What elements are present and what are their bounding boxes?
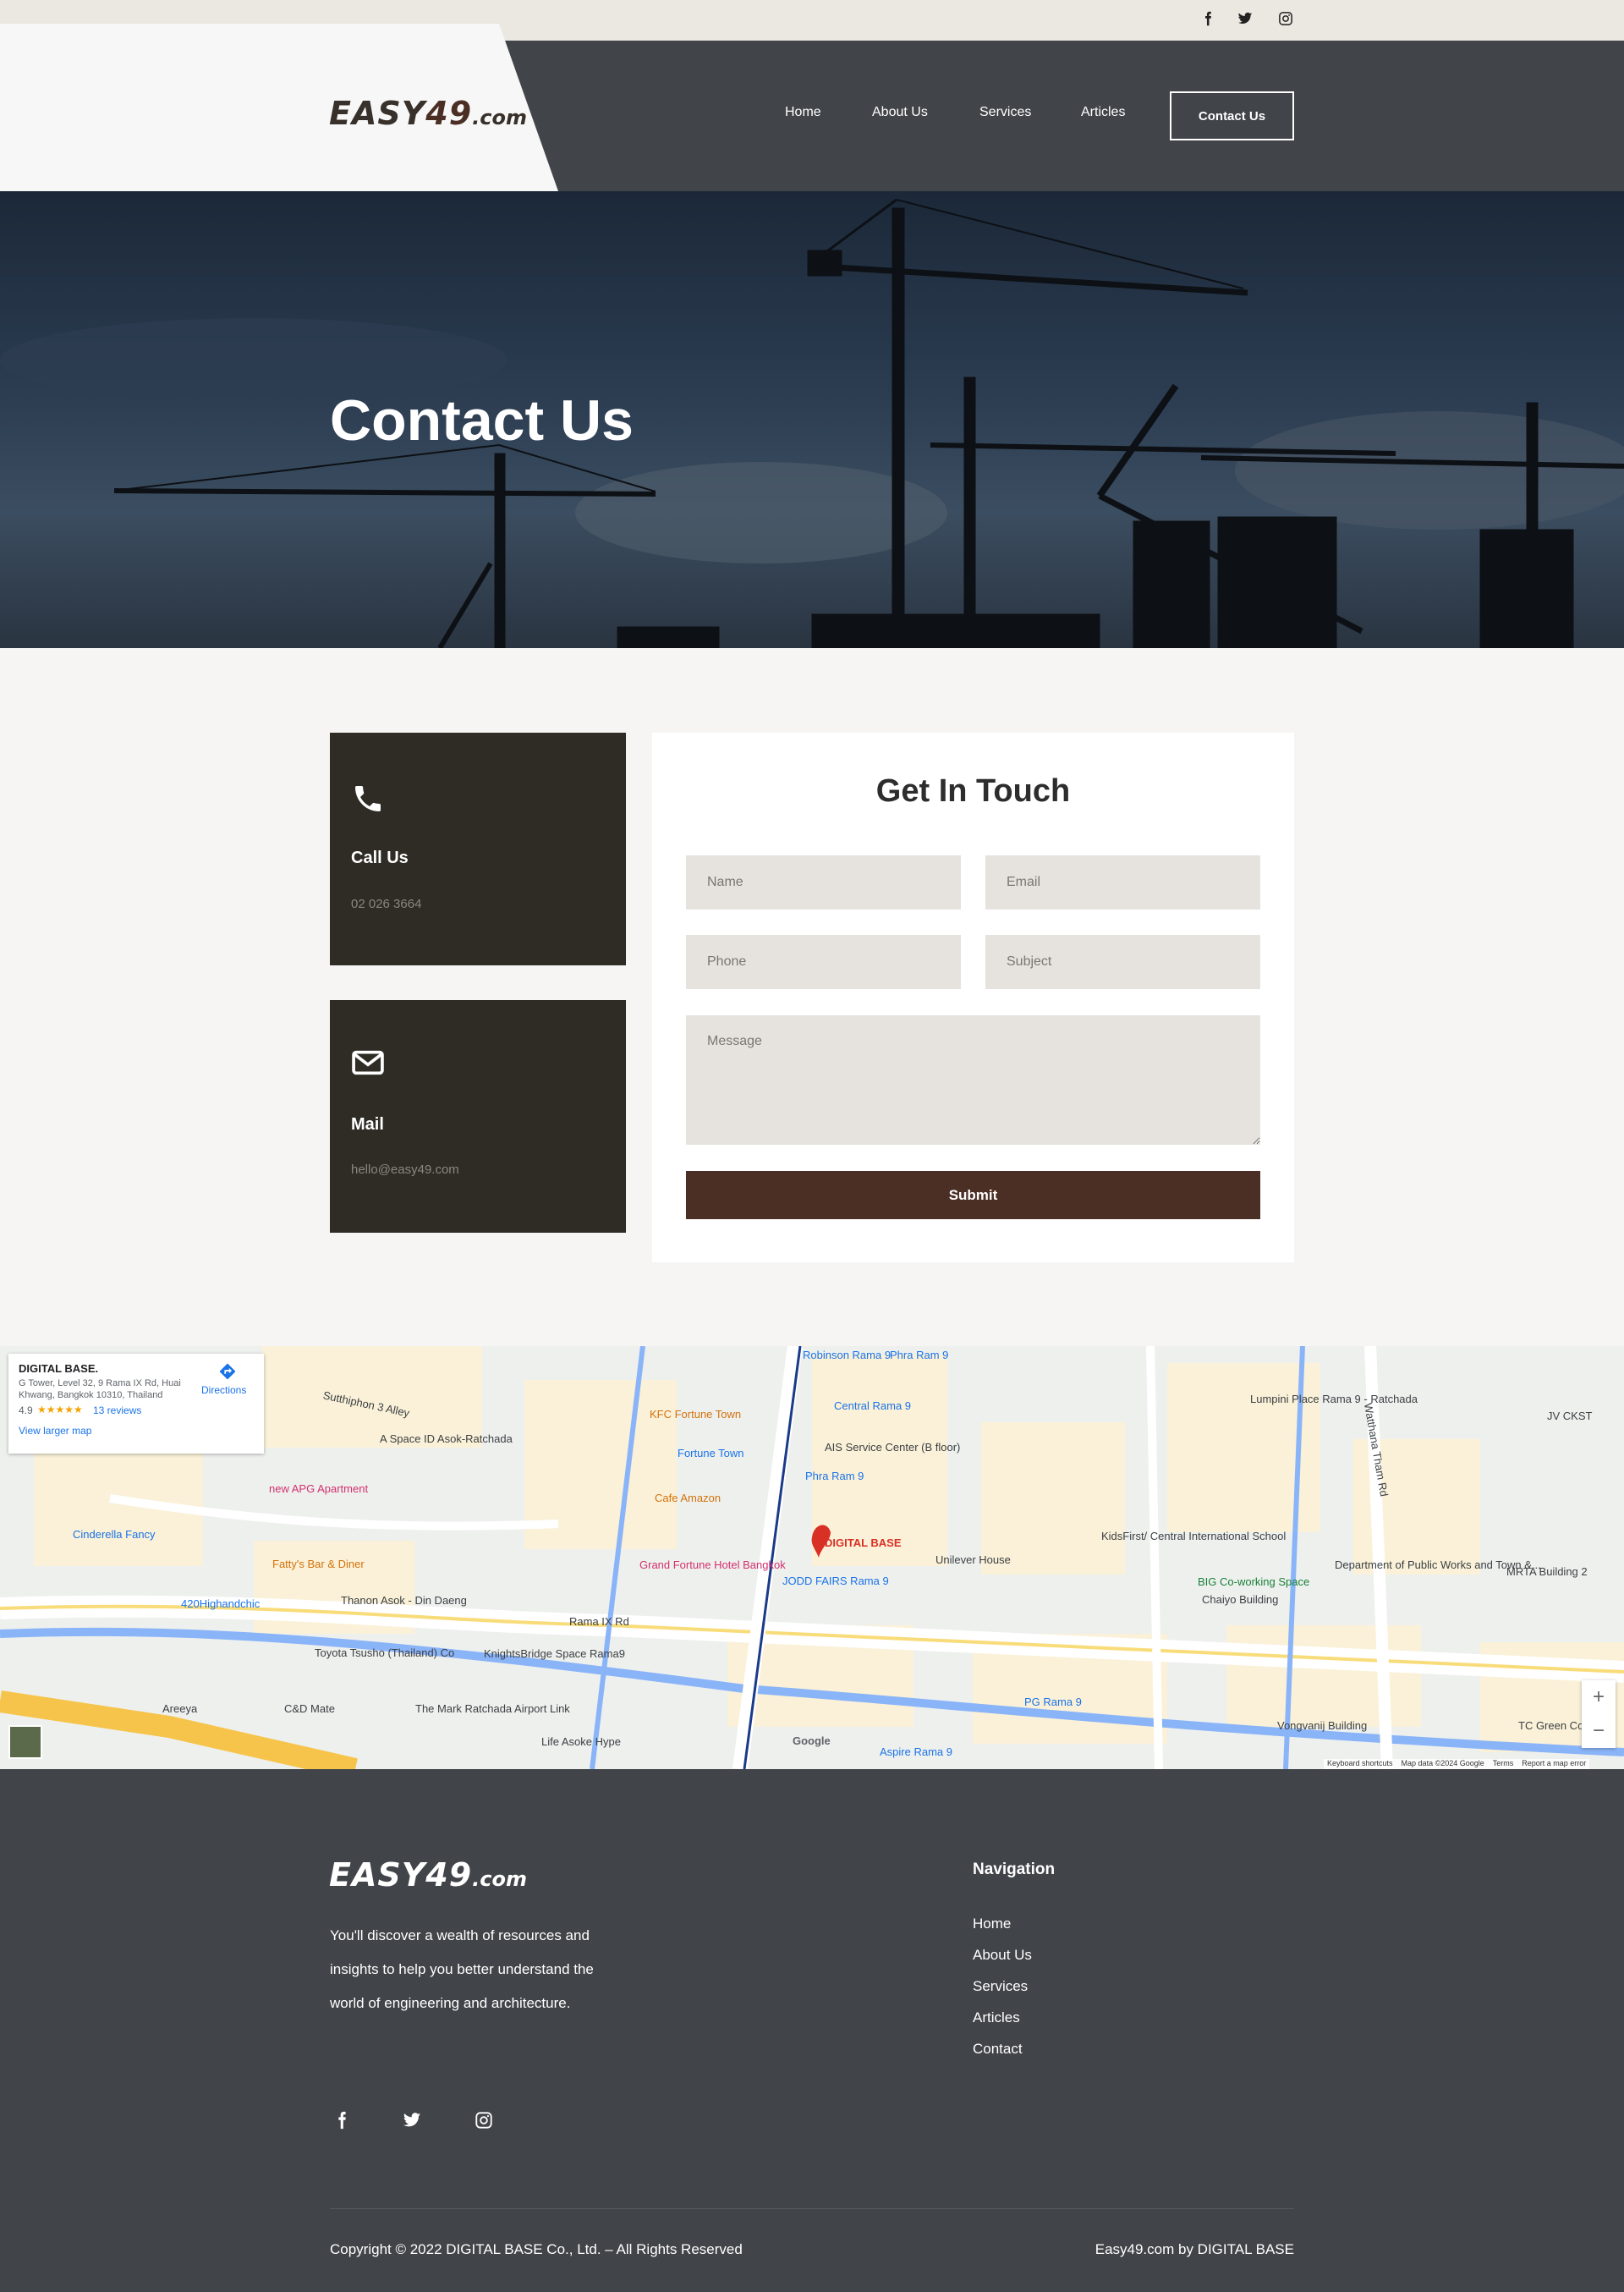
footer-link-home[interactable]: Home — [973, 1915, 1011, 1932]
nav-home[interactable]: Home — [785, 105, 821, 120]
page-title: Contact Us — [330, 388, 634, 453]
form-title: Get In Touch — [875, 773, 1071, 809]
map-label: Phra Ram 9 — [805, 1470, 864, 1482]
credit-text: Easy49.com by DIGITAL BASE — [1095, 2241, 1294, 2257]
map-label: KnightsBridge Space Rama9 — [484, 1647, 625, 1660]
directions-icon[interactable] — [218, 1362, 237, 1385]
google-logo: Google — [793, 1734, 831, 1747]
map-label: Phra Ram 9 — [890, 1349, 949, 1361]
message-field[interactable] — [686, 1015, 1260, 1145]
name-field[interactable] — [686, 855, 961, 910]
phone-icon — [351, 782, 385, 820]
map-label: Aspire Rama 9 — [880, 1745, 952, 1758]
footer-twitter-icon[interactable] — [402, 2111, 422, 2134]
footer-link-contact[interactable]: Contact — [973, 2041, 1023, 2058]
map-label: Lumpini Place Rama 9 - Ratchada — [1250, 1393, 1418, 1405]
map-label: Cinderella Fancy — [73, 1528, 156, 1541]
satellite-toggle[interactable] — [8, 1725, 42, 1759]
map-label: KidsFirst/ Central International School — [1101, 1530, 1287, 1542]
rating-stars: ★★★★★ — [37, 1404, 83, 1415]
map-label: Vongvanij Building — [1277, 1719, 1368, 1732]
map-label: Thanon Asok - Din Daeng — [341, 1594, 467, 1607]
zoom-controls: + − — [1582, 1680, 1616, 1748]
footer-instagram-icon[interactable] — [475, 2111, 493, 2134]
map-label: Chaiyo Building — [1202, 1593, 1279, 1606]
email-field[interactable] — [985, 855, 1260, 910]
footer-divider — [330, 2208, 1294, 2209]
call-us-title: Call Us — [351, 849, 409, 867]
map-label: The Mark Ratchada Airport Link — [415, 1702, 570, 1715]
zoom-out-button[interactable]: − — [1582, 1714, 1616, 1748]
subject-field[interactable] — [985, 935, 1260, 989]
footer-description: You'll discover a wealth of resources an… — [330, 1927, 594, 2011]
map-label: Unilever House — [935, 1553, 1011, 1566]
map-place-card: DIGITAL BASE. G Tower, Level 32, 9 Rama … — [8, 1354, 264, 1454]
envelope-icon — [351, 1047, 385, 1082]
map-label: new APG Apartment — [269, 1482, 369, 1495]
map-label: TC Green Co — [1518, 1719, 1584, 1732]
map-label: Areeya — [162, 1702, 198, 1715]
directions-link[interactable]: Directions — [201, 1384, 246, 1396]
footer-logo[interactable]: EASY49.com — [329, 1856, 527, 1894]
mail-card: Mail hello@easy49.com — [330, 1000, 626, 1233]
map-attribution: Keyboard shortcuts Map data ©2024 Google… — [1324, 1759, 1590, 1769]
footer-link-articles[interactable]: Articles — [973, 2009, 1020, 2026]
submit-button[interactable]: Submit — [686, 1171, 1260, 1219]
nav-contact-button[interactable]: Contact Us — [1170, 91, 1294, 140]
footer-facebook-icon[interactable] — [332, 2111, 351, 2134]
nav-services[interactable]: Services — [979, 105, 1031, 120]
site-logo[interactable]: EASY49.com — [329, 95, 527, 132]
place-name: DIGITAL BASE. — [19, 1362, 99, 1375]
map-label: BIG Co-working Space — [1198, 1575, 1310, 1588]
map-pin-label[interactable]: DIGITAL BASE — [825, 1536, 902, 1549]
view-larger-map-link[interactable]: View larger map — [19, 1425, 91, 1437]
zoom-in-button[interactable]: + — [1582, 1680, 1616, 1714]
map-label: KFC Fortune Town — [650, 1408, 742, 1421]
map-label: Fatty's Bar & Diner — [272, 1558, 365, 1570]
map-label: Fortune Town — [678, 1447, 744, 1459]
contact-form: Get In Touch Submit — [652, 733, 1294, 1262]
place-rating: 4.9 — [19, 1404, 33, 1416]
map-label: Life Asoke Hype — [541, 1735, 621, 1748]
footer-nav-title: Navigation — [973, 1861, 1056, 1878]
mail-title: Mail — [351, 1115, 384, 1134]
footer-link-about-us[interactable]: About Us — [973, 1947, 1032, 1964]
map-label: Rama IX Rd — [569, 1615, 629, 1628]
nav-about-us[interactable]: About Us — [872, 105, 928, 120]
map-label: Toyota Tsusho (Thailand) Co — [315, 1646, 455, 1659]
phone-number[interactable]: 02 026 3664 — [351, 897, 421, 911]
map-label: JODD FAIRS Rama 9 — [782, 1575, 889, 1587]
map-label: PG Rama 9 — [1024, 1696, 1082, 1708]
map-label: MRTA Building 2 — [1506, 1565, 1588, 1578]
map-label: 420Highandchic — [181, 1597, 261, 1610]
map-data-text: Map data ©2024 Google — [1401, 1759, 1484, 1767]
map-label: Grand Fortune Hotel Bangkok — [639, 1558, 786, 1571]
map-label: Cafe Amazon — [655, 1492, 721, 1504]
twitter-icon[interactable] — [1237, 11, 1253, 30]
phone-field[interactable] — [686, 935, 961, 989]
map-label: Robinson Rama 9 — [803, 1349, 892, 1361]
email-address[interactable]: hello@easy49.com — [351, 1162, 459, 1177]
place-address: G Tower, Level 32, 9 Rama IX Rd, Huai Kh… — [19, 1378, 181, 1400]
instagram-icon[interactable] — [1278, 11, 1293, 30]
terms-link[interactable]: Terms — [1493, 1759, 1514, 1769]
map-label: AIS Service Center (B floor) — [825, 1441, 961, 1454]
keyboard-shortcuts-link[interactable]: Keyboard shortcuts — [1327, 1759, 1393, 1769]
map-label: C&D Mate — [284, 1702, 335, 1715]
call-us-card: Call Us 02 026 3664 — [330, 733, 626, 965]
cranes-silhouette-image — [0, 198, 1624, 648]
footer-link-services[interactable]: Services — [973, 1978, 1028, 1995]
copyright-text: Copyright © 2022 DIGITAL BASE Co., Ltd. … — [330, 2241, 743, 2257]
map-label: Central Rama 9 — [834, 1399, 912, 1412]
reviews-link[interactable]: 13 reviews — [93, 1404, 141, 1416]
map-label: A Space ID Asok-Ratchada — [380, 1432, 513, 1445]
hero-banner — [0, 191, 1624, 648]
report-map-error-link[interactable]: Report a map error — [1522, 1759, 1586, 1769]
map-label: JV CKST — [1547, 1410, 1593, 1422]
nav-articles[interactable]: Articles — [1081, 105, 1125, 120]
facebook-icon[interactable] — [1200, 11, 1215, 30]
footer: EASY49.com You'll discover a wealth of r… — [0, 1769, 1624, 2292]
